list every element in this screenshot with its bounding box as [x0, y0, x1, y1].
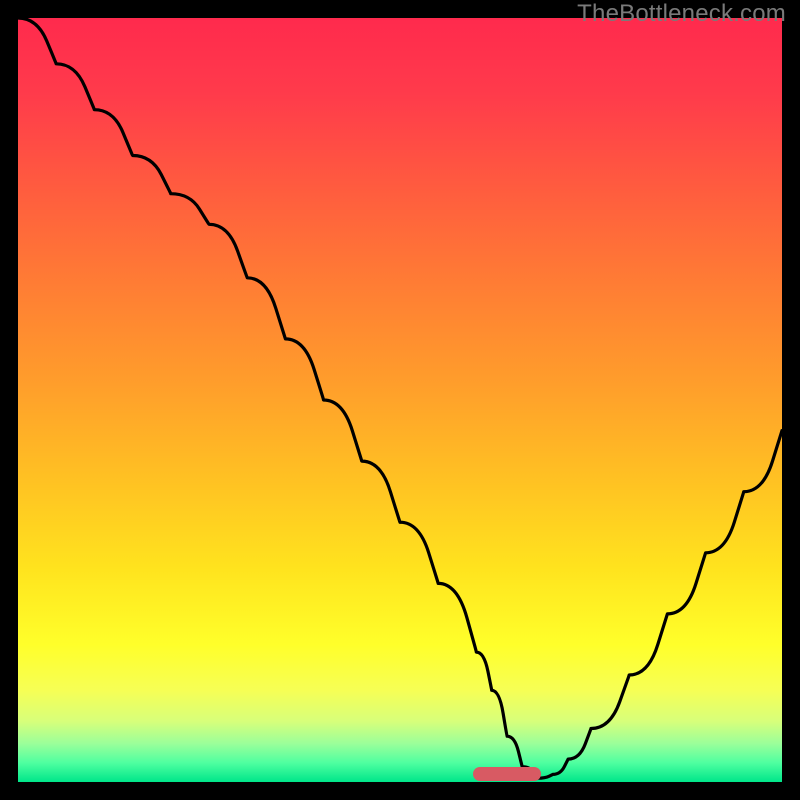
- bottleneck-curve: [18, 18, 782, 782]
- chart-frame: TheBottleneck.com: [0, 0, 800, 800]
- optimal-range-marker: [473, 767, 542, 781]
- plot-area: [18, 18, 782, 782]
- watermark-text: TheBottleneck.com: [577, 0, 786, 28]
